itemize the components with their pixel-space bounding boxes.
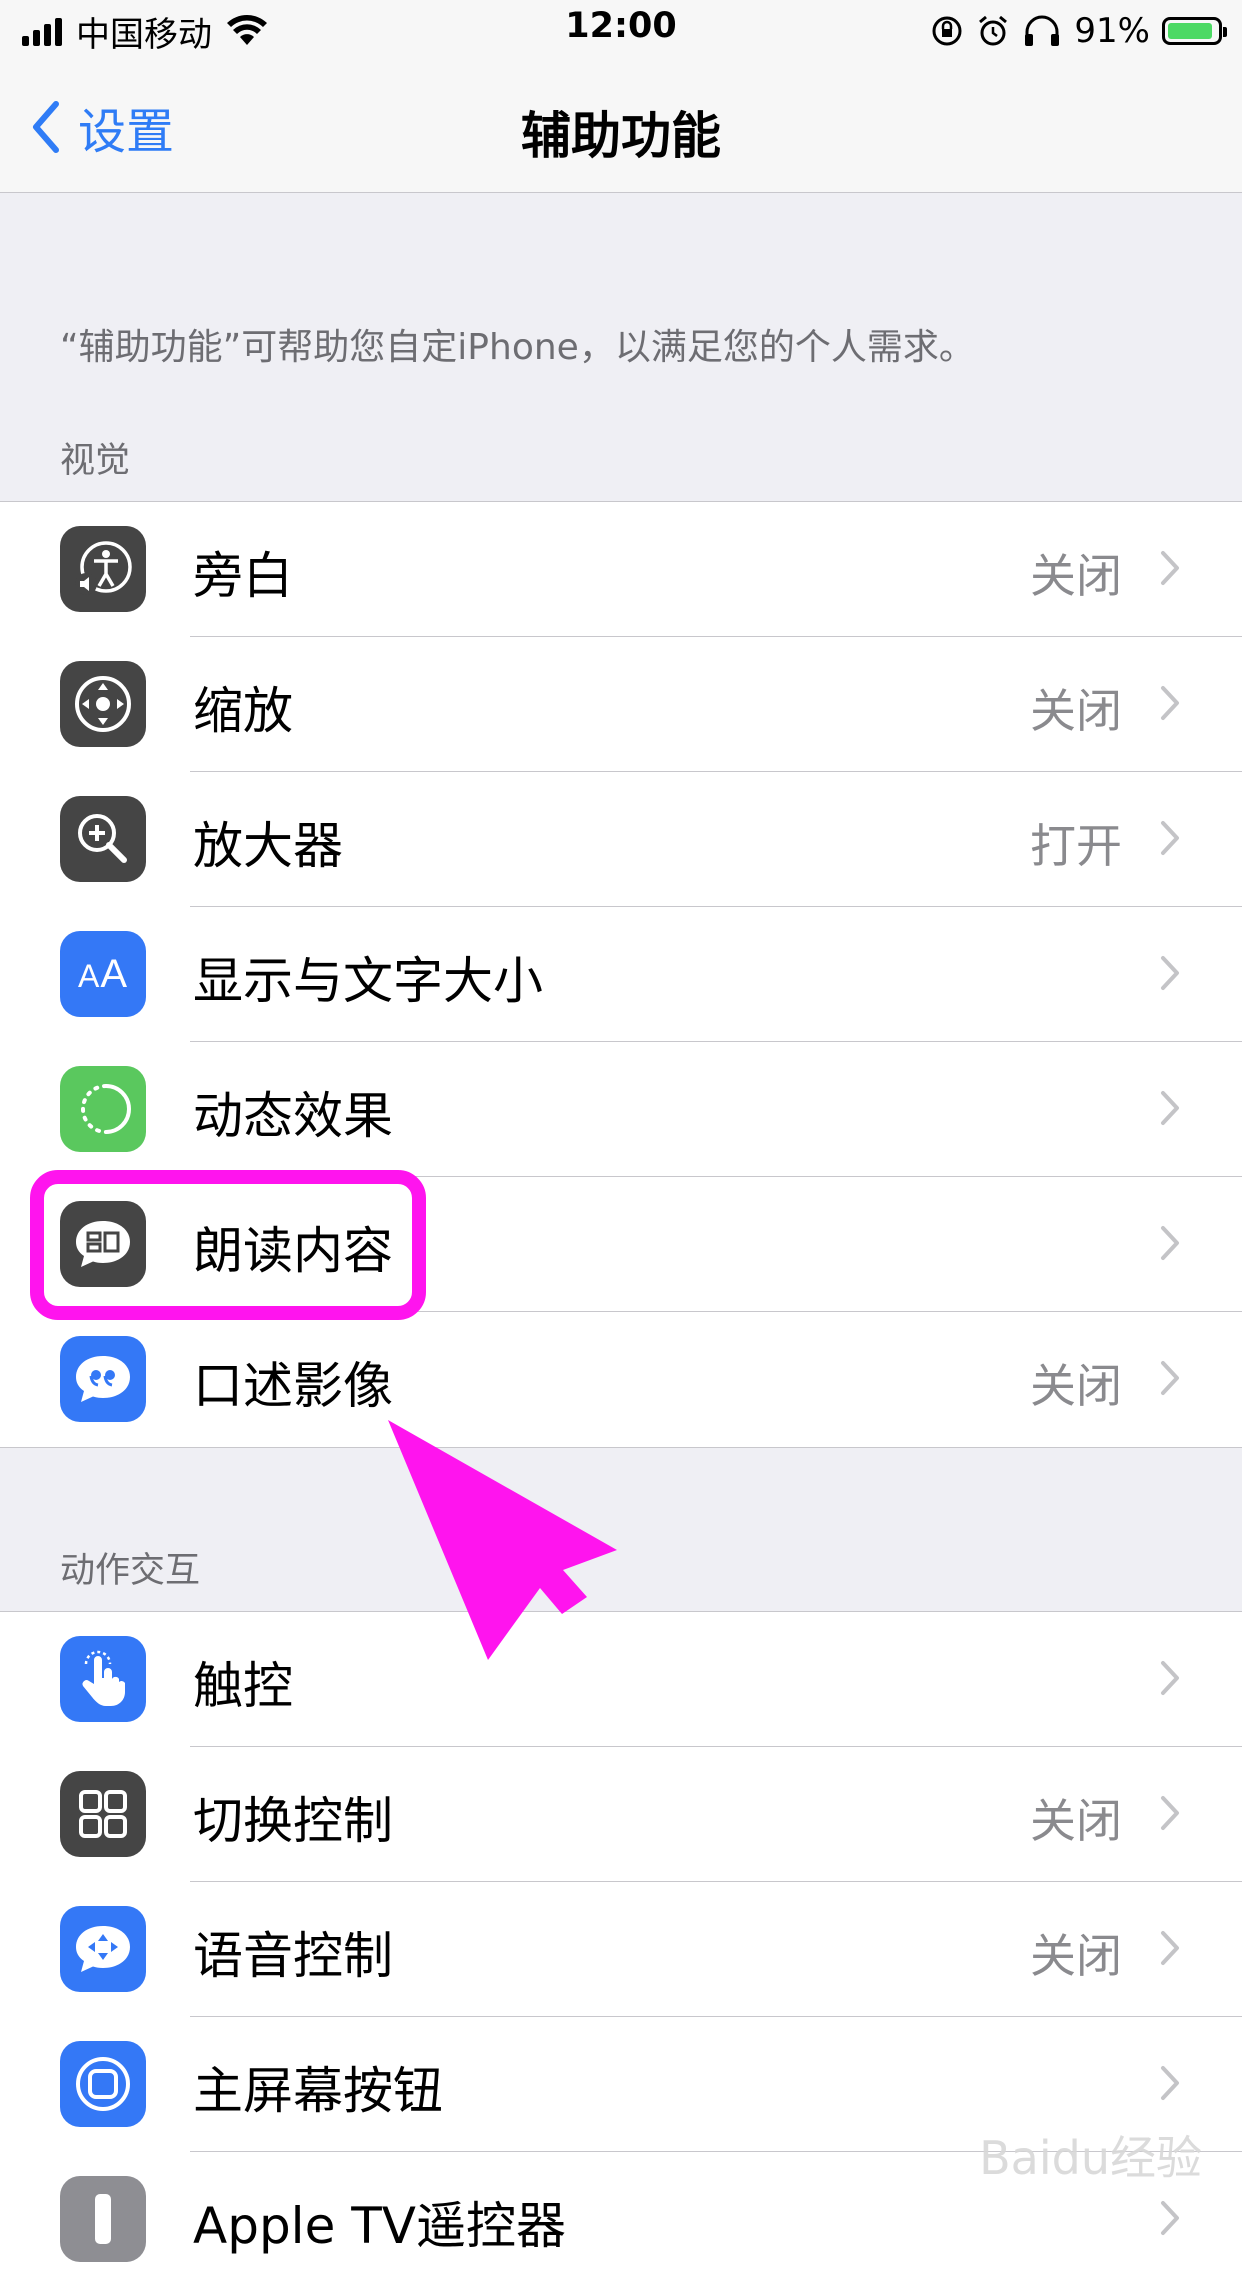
chevron-right-icon <box>1161 1226 1179 1260</box>
page-title: 辅助功能 <box>521 107 721 165</box>
text-size-icon: AA <box>60 931 146 1017</box>
chevron-right-icon <box>1161 1796 1179 1830</box>
section-header-interaction: 动作交互 <box>60 1551 201 1591</box>
chevron-right-icon <box>1161 821 1179 855</box>
watermark-logo: Baidu经验 <box>979 2131 1202 2185</box>
motion-icon <box>60 1066 146 1152</box>
chevron-right-icon <box>1161 1091 1179 1125</box>
tv-remote-icon <box>60 2176 146 2262</box>
highlight-box <box>30 1170 426 1320</box>
chevron-right-icon <box>1161 1661 1179 1695</box>
chevron-right-icon <box>1161 551 1179 585</box>
headphones-icon <box>1025 15 1060 46</box>
row-display-text-size[interactable]: AA 显示与文字大小 <box>0 907 1242 1042</box>
row-zoom[interactable]: 缩放 关闭 <box>0 637 1242 772</box>
chevron-right-icon <box>1161 2066 1179 2100</box>
row-label: 放大器 <box>193 817 343 875</box>
row-label: 显示与文字大小 <box>193 952 543 1010</box>
row-label: 缩放 <box>193 682 293 740</box>
home-button-icon <box>60 2041 146 2127</box>
row-magnifier[interactable]: 放大器 打开 <box>0 772 1242 907</box>
zoom-icon <box>60 661 146 747</box>
row-label: Apple TV遥控器 <box>193 2197 566 2255</box>
row-motion[interactable]: 动态效果 <box>0 1042 1242 1177</box>
chevron-right-icon <box>1161 686 1179 720</box>
row-label: 切换控制 <box>193 1792 393 1850</box>
row-value: 关闭 <box>1030 1929 1122 1983</box>
chevron-right-icon <box>1161 1931 1179 1965</box>
row-label: 口述影像 <box>193 1357 393 1415</box>
battery-icon <box>1162 17 1227 45</box>
chevron-right-icon <box>1161 1361 1179 1395</box>
row-label: 旁白 <box>193 547 293 605</box>
row-value: 关闭 <box>1030 1359 1122 1413</box>
audio-description-icon <box>60 1336 146 1422</box>
chevron-right-icon <box>1161 2201 1179 2235</box>
row-label: 动态效果 <box>193 1087 393 1145</box>
navigation-bar: 设置 辅助功能 <box>0 62 1242 193</box>
row-label: 语音控制 <box>193 1927 393 1985</box>
orientation-lock-icon <box>932 16 962 46</box>
switch-control-icon <box>60 1771 146 1857</box>
row-voiceover[interactable]: 旁白 关闭 <box>0 502 1242 637</box>
magnifier-icon <box>60 796 146 882</box>
chevron-right-icon <box>1161 956 1179 990</box>
section-description: “辅助功能”可帮助您自定iPhone，以满足您的个人需求。 <box>60 327 975 368</box>
row-voice-control[interactable]: 语音控制 关闭 <box>0 1882 1242 2017</box>
row-value: 关闭 <box>1030 1794 1122 1848</box>
row-value: 打开 <box>1030 819 1122 873</box>
row-switch-control[interactable]: 切换控制 关闭 <box>0 1747 1242 1882</box>
row-value: 关闭 <box>1030 684 1122 738</box>
alarm-icon <box>979 15 1008 46</box>
row-label: 触控 <box>193 1657 293 1715</box>
pointer-arrow-icon <box>388 1420 617 1660</box>
status-bar: 中国移动 12:00 91% <box>0 0 1242 62</box>
row-value: 关闭 <box>1030 549 1122 603</box>
row-label: 主屏幕按钮 <box>193 2062 443 2120</box>
voiceover-icon <box>60 526 146 612</box>
section-header-vision: 视觉 <box>60 441 131 481</box>
touch-icon <box>60 1636 146 1722</box>
battery-percentage: 91% <box>1074 11 1150 51</box>
voice-control-icon <box>60 1906 146 1992</box>
